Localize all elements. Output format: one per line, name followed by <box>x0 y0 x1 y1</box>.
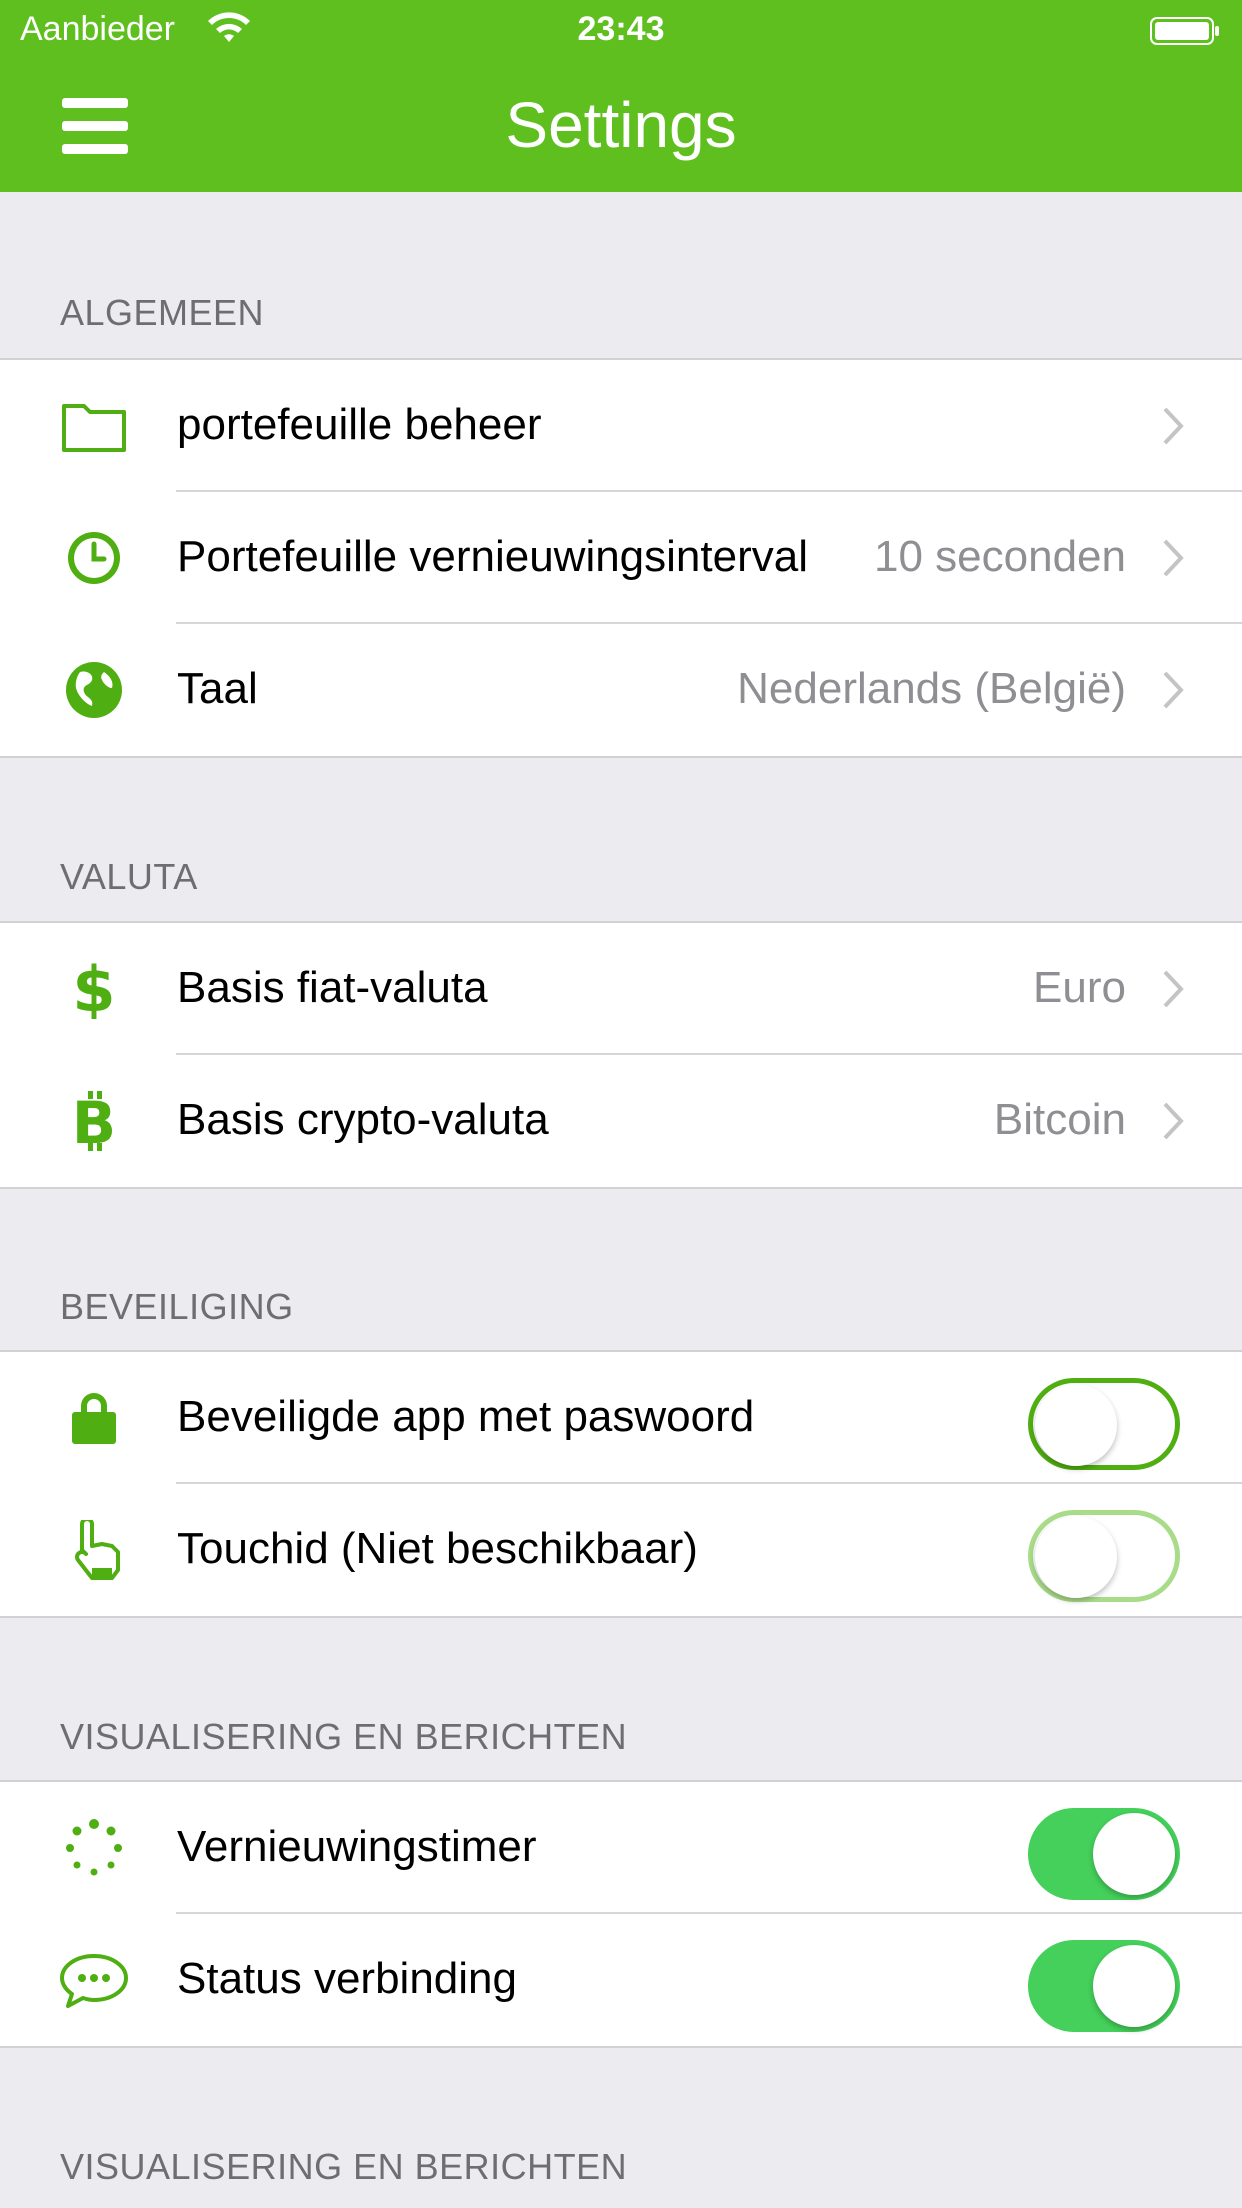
row-vernieuwingstimer: Vernieuwingstimer <box>0 1782 1242 1914</box>
row-label: Taal <box>177 664 258 713</box>
row-taal[interactable]: Taal Nederlands (België) <box>0 624 1242 756</box>
group-algemeen: portefeuille beheer Portefeuille vernieu… <box>0 358 1242 758</box>
nav-bar: Settings <box>0 62 1242 192</box>
chevron-right-icon <box>1163 1102 1184 1140</box>
chevron-right-icon <box>1163 539 1184 577</box>
battery-icon <box>1150 17 1219 45</box>
row-label: Status verbinding <box>177 1954 517 2003</box>
row-basis-fiat-valuta[interactable]: $ Basis fiat-valuta Euro <box>0 923 1242 1055</box>
row-label: Portefeuille vernieuwingsinterval <box>177 532 808 581</box>
chevron-right-icon <box>1163 407 1184 445</box>
bitcoin-icon: B <box>58 1089 130 1157</box>
group-beveiliging: Beveiligde app met paswoord Touchid (Nie… <box>0 1350 1242 1618</box>
globe-icon <box>58 660 130 720</box>
section-header-algemeen: ALGEMEEN <box>60 292 265 333</box>
row-label: Basis crypto-valuta <box>177 1095 549 1144</box>
section-header-visualisering: VISUALISERING EN BERICHTEN <box>60 1716 628 1757</box>
lock-icon <box>58 1388 130 1448</box>
touch-hand-icon <box>58 1517 130 1580</box>
password-toggle[interactable] <box>1028 1378 1180 1470</box>
clock-icon <box>58 528 130 588</box>
status-bar: Aanbieder 23:43 <box>0 0 1242 62</box>
clock-time: 23:43 <box>577 10 665 48</box>
row-vernieuwingsinterval[interactable]: Portefeuille vernieuwingsinterval 10 sec… <box>0 492 1242 624</box>
row-value: Nederlands (België) <box>737 664 1126 713</box>
row-label: Touchid (Niet beschikbaar) <box>177 1524 698 1573</box>
touchid-toggle[interactable] <box>1028 1510 1180 1602</box>
row-value: Bitcoin <box>993 1095 1126 1144</box>
folder-icon <box>58 396 130 456</box>
chevron-right-icon <box>1163 970 1184 1008</box>
row-label: Vernieuwingstimer <box>177 1822 537 1871</box>
status-verbinding-toggle[interactable] <box>1028 1940 1180 2032</box>
svg-text:B: B <box>72 1091 116 1151</box>
section-header-visualisering-2: VISUALISERING EN BERICHTEN <box>60 2146 628 2187</box>
chat-bubble-icon <box>58 1950 130 2010</box>
section-header-beveiliging: BEVEILIGING <box>60 1286 294 1327</box>
row-label: Beveiligde app met paswoord <box>177 1392 755 1441</box>
row-status-verbinding: Status verbinding <box>0 1914 1242 2046</box>
row-label: portefeuille beheer <box>177 400 542 449</box>
group-valuta: $ Basis fiat-valuta Euro B Basis crypto-… <box>0 921 1242 1189</box>
row-value: 10 seconden <box>874 532 1126 581</box>
section-header-valuta: VALUTA <box>60 856 198 897</box>
spinner-icon <box>58 1818 130 1878</box>
row-label: Basis fiat-valuta <box>177 963 488 1012</box>
row-basis-crypto-valuta[interactable]: B Basis crypto-valuta Bitcoin <box>0 1055 1242 1187</box>
row-beveiligde-app: Beveiligde app met paswoord <box>0 1352 1242 1484</box>
row-portefeuille-beheer[interactable]: portefeuille beheer <box>0 360 1242 492</box>
dollar-icon: $ <box>58 953 130 1026</box>
page-title: Settings <box>505 89 737 161</box>
group-visualisering: Vernieuwingstimer Status verbinding <box>0 1780 1242 2048</box>
svg-text:$: $ <box>72 959 115 1019</box>
row-value: Euro <box>1033 963 1126 1012</box>
chevron-right-icon <box>1163 671 1184 709</box>
vernieuwingstimer-toggle[interactable] <box>1028 1808 1180 1900</box>
row-touchid: Touchid (Niet beschikbaar) <box>0 1484 1242 1616</box>
